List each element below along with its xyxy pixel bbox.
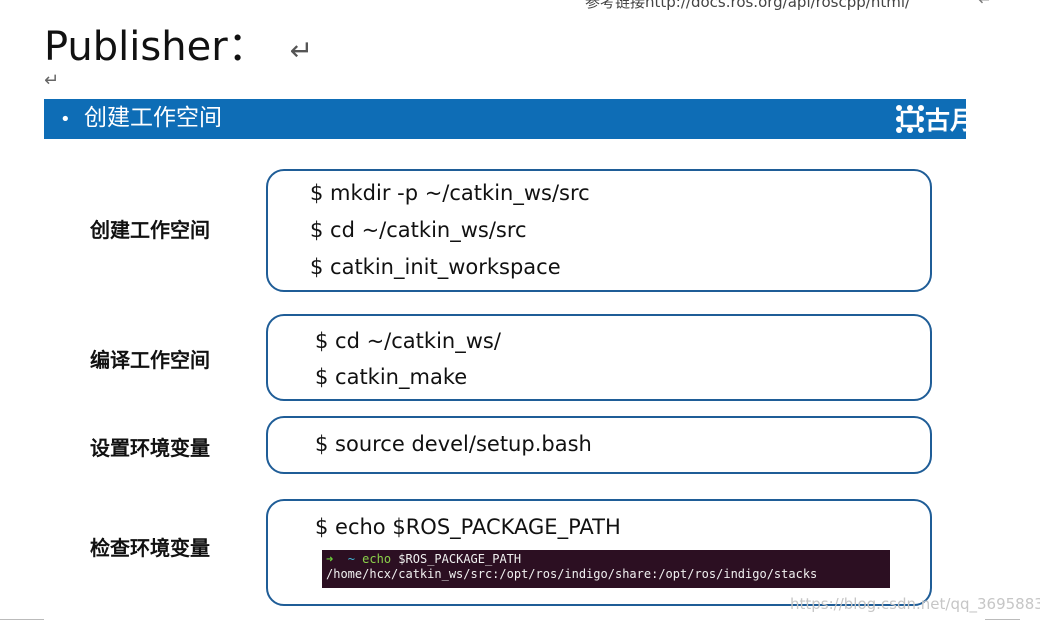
section-label-build-workspace: 编译工作空间 [90,348,210,372]
section-label-create-workspace: 创建工作空间 [90,218,210,242]
command-box-create-workspace: $ mkdir -p ~/catkin_ws/src $ cd ~/catkin… [266,169,932,292]
divider [985,619,1020,620]
command-line: $ mkdir -p ~/catkin_ws/src [310,181,590,205]
page-title-text: Publisher： [44,24,268,70]
slide-header: • 创建工作空间 古月 [44,99,966,139]
bullet-icon: • [60,109,71,130]
page-title: Publisher： ↵ [44,14,313,72]
command-line: $ source devel/setup.bash [315,432,592,456]
reference-link-text: 参考链接http://docs.ros.org/api/roscpp/html/ [585,0,911,11]
command-box-set-env: $ source devel/setup.bash [266,416,932,474]
logo-mark-icon [896,105,924,133]
section-label-check-env: 检查环境变量 [90,536,210,560]
section-label-set-env: 设置环境变量 [90,436,210,460]
logo: 古月 [895,101,966,137]
prompt-dir: ~ [347,552,355,566]
logo-text: 古月 [925,106,966,135]
prompt-command: echo [362,552,392,566]
terminal-output: ➜ ~ echo $ROS_PACKAGE_PATH /home/hcx/cat… [322,550,890,588]
watermark: https://blog.csdn.net/qq_36958831 [790,595,1040,613]
command-line: $ cd ~/catkin_ws/ [315,329,501,353]
divider [0,619,44,620]
terminal-prompt-line: ➜ ~ echo $ROS_PACKAGE_PATH [326,552,886,567]
command-box-build-workspace: $ cd ~/catkin_ws/ $ catkin_make [266,314,932,401]
return-mark-icon: ↵ [978,0,993,10]
command-line: $ cd ~/catkin_ws/src [310,218,527,242]
return-mark-icon: ↵ [289,34,314,67]
prompt-args: $ROS_PACKAGE_PATH [398,552,522,566]
terminal-output-line: /home/hcx/catkin_ws/src:/opt/ros/indigo/… [326,567,818,581]
return-mark-icon: ↵ [44,70,60,91]
slide-header-title: 创建工作空间 [84,105,222,131]
prompt-arrow-icon: ➜ [326,552,334,566]
slide: • 创建工作空间 古月 创建工作空间 $ mkdir -p ~/catkin_w… [44,99,966,623]
command-line: $ catkin_make [315,365,468,389]
command-line: $ echo $ROS_PACKAGE_PATH [315,515,621,539]
command-line: $ catkin_init_workspace [310,255,561,279]
